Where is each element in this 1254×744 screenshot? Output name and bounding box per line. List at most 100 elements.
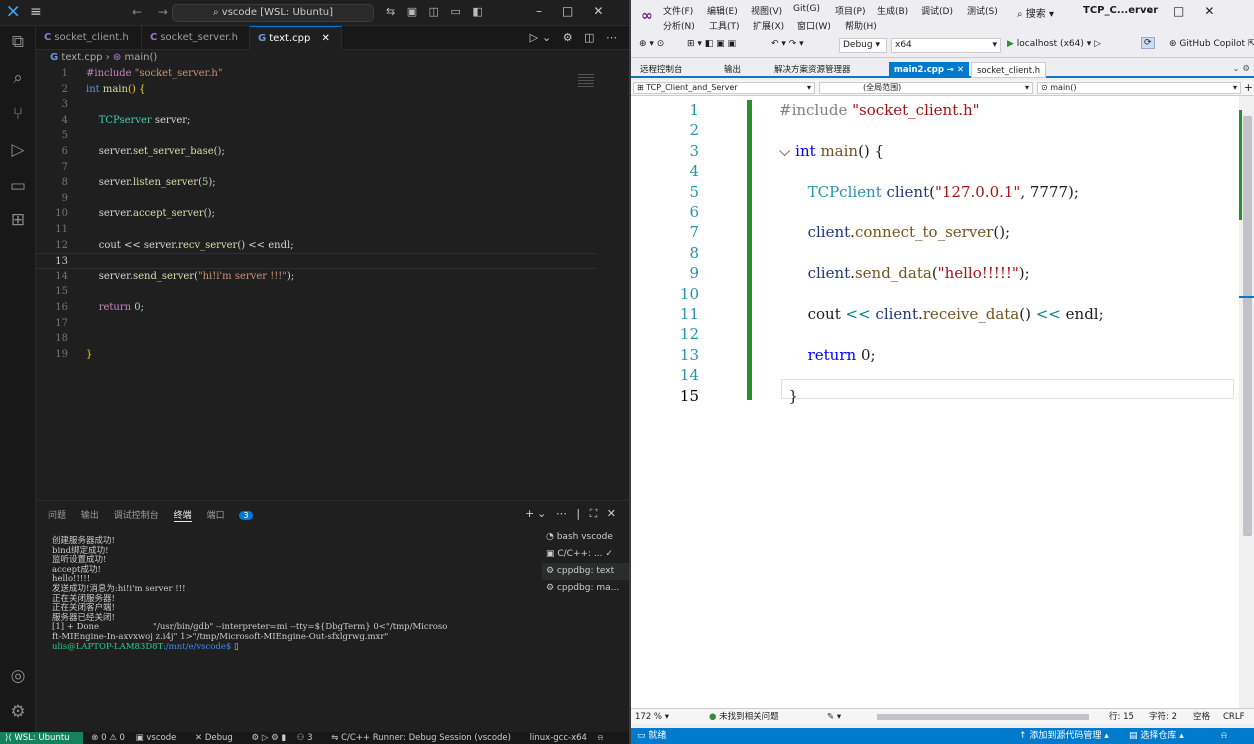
debug-item[interactable]: ✕ Debug xyxy=(195,733,241,743)
undo-redo-icons[interactable]: ↶ ▾ ↷ ▾ xyxy=(771,39,804,49)
split-icon[interactable]: + xyxy=(1244,81,1253,94)
run-button[interactable]: ▶ localhost (x64) ▾ ▷ xyxy=(1007,39,1101,49)
minimap[interactable] xyxy=(578,74,594,88)
extensions-icon[interactable]: ⊞ xyxy=(8,210,28,230)
zoom-dropdown[interactable]: 172 % ▾ xyxy=(635,709,669,725)
tab-ports[interactable]: 端口 3 xyxy=(207,511,265,521)
search-icon[interactable]: ⌕ xyxy=(8,68,28,88)
copilot-button[interactable]: ⊛ GitHub Copilot ⇱ ⚲ xyxy=(1169,39,1254,49)
menu-item[interactable]: 帮助(H) xyxy=(845,19,877,32)
config-item[interactable]: linux-gcc-x64 xyxy=(530,733,587,743)
code-line[interactable]: 15 xyxy=(36,284,596,300)
window-controls[interactable]: –□✕ xyxy=(536,4,623,18)
tab-socket-client-h[interactable]: socket_client.h xyxy=(971,62,1047,78)
code-line[interactable]: 14 server.send_server("hi!i'm server !!!… xyxy=(36,269,596,285)
menu-item[interactable]: 编辑(E) xyxy=(707,4,738,17)
code-line[interactable]: 7 xyxy=(36,160,596,176)
tab-output[interactable]: 输出 xyxy=(81,511,99,521)
command-center-search[interactable]: ⌕ vscode [WSL: Ubuntu] xyxy=(172,4,374,22)
account-icon[interactable]: ◎ xyxy=(8,666,28,686)
issues-indicator[interactable]: ● 未找到相关问题 xyxy=(709,709,779,725)
select-repo[interactable]: ▤ 选择仓库 ▴ xyxy=(1129,728,1184,744)
terminal-instance[interactable]: ⚙ cppdbg: ma... xyxy=(542,580,632,597)
tab-vs-output[interactable]: 输出 xyxy=(719,62,746,78)
status-icons[interactable]: ⚙ ▷ ⚙ ▮ xyxy=(252,733,287,743)
code-line[interactable]: 2 int main() { xyxy=(36,82,596,98)
terminal-prompt[interactable]: ulis@LAPTOP-LAM83D8T:/mnt/e/vscode$ ▯ xyxy=(52,642,552,653)
tab-problems[interactable]: 问题 xyxy=(48,511,66,521)
menu-item[interactable]: 文件(F) xyxy=(663,4,693,17)
code-line[interactable]: 9 xyxy=(36,191,596,207)
vs-window-controls[interactable]: –□✕ xyxy=(1147,4,1234,18)
code-line[interactable]: 11 cout << client.receive_data() << endl… xyxy=(631,304,1231,324)
run-debug-icon[interactable]: ▷ xyxy=(8,140,28,160)
editor-actions[interactable]: ▷⌄ ⚙ ◫ ⋯ xyxy=(530,31,621,44)
scope-dropdown[interactable]: (全局范围) ▾ xyxy=(819,82,1033,94)
code-line[interactable]: 12 xyxy=(631,324,1231,344)
code-line[interactable]: 17 xyxy=(36,316,596,332)
hamburger-menu-icon[interactable]: ≡ xyxy=(30,4,42,20)
code-line[interactable]: 12 cout << server.recv_server() << endl; xyxy=(36,238,596,254)
scroll-thumb[interactable] xyxy=(1243,116,1252,536)
folder-item[interactable]: ▣ vscode xyxy=(136,733,185,743)
close-icon[interactable]: ✕ xyxy=(322,33,330,44)
remote-explorer-icon[interactable]: ▭ xyxy=(8,176,28,196)
code-line[interactable]: 5 xyxy=(36,128,596,144)
tab-main2-cpp[interactable]: main2.cpp ⊸ ✕ xyxy=(889,62,970,78)
code-line[interactable]: 9 client.send_data("hello!!!!!"); xyxy=(631,263,1231,283)
tab-overflow-icon[interactable]: ⌄ ⚙ xyxy=(1233,64,1250,74)
project-dropdown[interactable]: ⊞ TCP_Client_and_Server ▾ xyxy=(633,82,815,94)
tab-terminal[interactable]: 终端 xyxy=(173,511,192,522)
code-line[interactable]: 4 xyxy=(631,161,1231,181)
vs-search[interactable]: ⌕ 搜索 ▾ xyxy=(1017,5,1054,20)
terminal-instance[interactable]: ⚙ cppdbg: text xyxy=(542,563,632,580)
code-line[interactable]: 7 client.connect_to_server(); xyxy=(631,222,1231,242)
source-control-icon[interactable]: ⑂ xyxy=(8,104,28,124)
code-line[interactable]: 13 return 0; xyxy=(631,345,1231,365)
breadcrumb-symbol[interactable]: main() xyxy=(124,52,157,63)
layout-controls-icon[interactable]: ⇆ ▣ ◫ ▭ ◧ xyxy=(386,5,487,18)
code-line[interactable]: 1 #include "socket_server.h" xyxy=(36,66,596,82)
runner-item[interactable]: ⇋ C/C++ Runner: Debug Session (vscode) xyxy=(331,733,519,743)
code-line[interactable]: 13 xyxy=(36,253,596,269)
terminal-instance[interactable]: ▣ C/C++: ... ✓ xyxy=(542,546,632,563)
tab-remote-console[interactable]: 远程控制台 xyxy=(635,62,688,78)
notification-bell-icon[interactable]: ⍾ xyxy=(1221,728,1227,744)
code-line[interactable]: 3 ⌵ int main() { xyxy=(631,141,1231,161)
pin-icon[interactable]: ⊸ xyxy=(947,65,954,75)
menu-item[interactable]: Git(G) xyxy=(793,4,820,14)
menu-item[interactable]: 测试(S) xyxy=(967,4,998,17)
code-line[interactable]: 6 server.set_server_base(); xyxy=(36,144,596,160)
code-line[interactable]: 19} xyxy=(36,347,596,363)
close-icon[interactable]: ✕ xyxy=(957,65,964,75)
code-line[interactable]: 10 server.accept_server(); xyxy=(36,206,596,222)
code-line[interactable]: 8 xyxy=(631,243,1231,263)
code-line[interactable]: 3 xyxy=(36,97,596,113)
code-line[interactable]: 1 #include "socket_client.h" xyxy=(631,100,1231,120)
menu-item[interactable]: 调试(D) xyxy=(921,4,953,17)
menu-item[interactable]: 工具(T) xyxy=(709,19,740,32)
code-line[interactable]: 6 xyxy=(631,202,1231,222)
menu-item[interactable]: 项目(P) xyxy=(835,4,865,17)
brush-icon[interactable]: ✎ ▾ xyxy=(827,709,841,725)
platform-dropdown[interactable]: x64 ▾ xyxy=(891,38,1001,53)
remote-indicator[interactable]: ⟩⟨ WSL: Ubuntu xyxy=(0,732,83,744)
member-dropdown[interactable]: ⊙ main() ▾ xyxy=(1037,82,1241,94)
hot-reload-icon[interactable]: ⟳ xyxy=(1141,37,1155,49)
vs-code-editor[interactable]: 1 #include "socket_client.h" 2 3 ⌵ int main(… xyxy=(631,96,1239,708)
code-editor[interactable]: 1 #include "socket_server.h" 2 int main() {… xyxy=(36,66,629,496)
code-line[interactable]: 2 xyxy=(631,120,1231,140)
code-line[interactable]: 5 TCPclient client("127.0.0.1", 7777); xyxy=(631,182,1231,202)
menu-item[interactable]: 分析(N) xyxy=(663,19,695,32)
menu-item[interactable]: 生成(B) xyxy=(877,4,908,17)
whitespace-indicator[interactable]: 空格 xyxy=(1193,709,1210,725)
code-line[interactable]: 11 xyxy=(36,222,596,238)
code-line[interactable]: 4 TCPserver server; xyxy=(36,113,596,129)
menu-item[interactable]: 窗口(W) xyxy=(797,19,831,32)
code-line[interactable]: 18 xyxy=(36,331,596,347)
code-line[interactable]: 10 xyxy=(631,284,1231,304)
settings-gear-icon[interactable]: ⚙ xyxy=(8,702,28,722)
panel-actions[interactable]: +⌄ ⋯ | ⛶ ✕ xyxy=(525,507,619,521)
add-to-source-control[interactable]: ↑ 添加到源代码管理 ▴ xyxy=(1019,728,1109,744)
tab-debug-console[interactable]: 调试控制台 xyxy=(114,511,159,521)
